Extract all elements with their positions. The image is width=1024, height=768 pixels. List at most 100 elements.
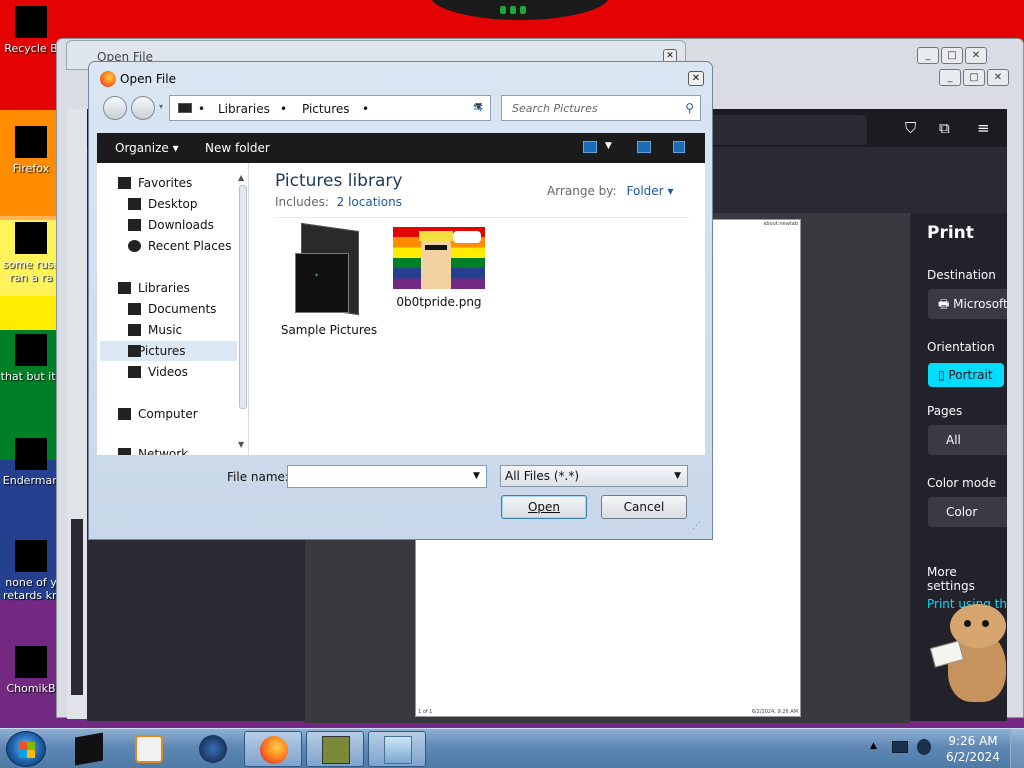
maximize-icon[interactable]: □	[941, 47, 963, 64]
taskbar-media-player[interactable]	[120, 731, 178, 767]
cancel-button[interactable]: Cancel	[601, 495, 687, 519]
pages-label: Pages	[927, 404, 963, 418]
desktop-icon-that-but-its[interactable]: that but its	[0, 334, 62, 383]
desktop-icon-recycle-bin[interactable]: Recycle B	[0, 6, 62, 55]
change-view-icon[interactable]	[583, 141, 597, 153]
music-icon	[128, 324, 141, 336]
desktop-icon-label: ChomikB	[6, 682, 56, 695]
close-icon[interactable]: ✕	[987, 69, 1009, 86]
extensions-icon[interactable]: ⧉	[939, 119, 950, 137]
file-item-sample-pictures[interactable]: ✦ Sample Pictures	[279, 222, 379, 337]
desktop-icon-label: Enderman	[2, 474, 60, 487]
file-icon	[15, 334, 47, 366]
pocket-icon[interactable]: ⛉	[905, 119, 916, 137]
new-folder-button[interactable]: New folder	[205, 141, 270, 155]
documents-icon	[128, 303, 141, 315]
taskbar-globe-app[interactable]	[184, 731, 242, 767]
firefox-caption-buttons: _ □ ✕	[939, 69, 1009, 86]
minimize-icon[interactable]: _	[939, 69, 961, 86]
taskbar-explorer[interactable]	[368, 731, 426, 767]
orientation-label: Orientation	[927, 340, 995, 354]
menu-icon[interactable]: ≡	[977, 119, 990, 137]
breadcrumb-pictures[interactable]: Pictures	[302, 102, 350, 116]
tree-libraries[interactable]: Libraries	[118, 278, 248, 298]
clock[interactable]: 9:26 AM 6/2/2024	[938, 733, 1008, 765]
desktop-icon-chomikb[interactable]: ChomikB	[0, 646, 62, 695]
pages-select[interactable]: All	[928, 425, 1007, 455]
desktop-icon-enderman[interactable]: Enderman	[0, 438, 62, 487]
arrange-by-dropdown[interactable]: Folder ▾	[627, 184, 674, 198]
pictures-icon	[128, 345, 141, 357]
minimize-icon[interactable]: _	[917, 47, 939, 64]
start-button[interactable]	[6, 731, 46, 767]
preview-pane-icon[interactable]	[637, 141, 651, 153]
search-box[interactable]: Search Pictures ⚲	[501, 95, 701, 121]
tree-downloads[interactable]: Downloads	[128, 215, 248, 235]
library-title: Pictures library	[275, 171, 403, 191]
scroll-thumb[interactable]	[239, 185, 247, 409]
breadcrumb-separator: •	[280, 102, 288, 116]
show-desktop-button[interactable]	[1010, 729, 1024, 768]
search-placeholder: Search Pictures	[512, 102, 598, 115]
tree-desktop[interactable]: Desktop	[128, 194, 248, 214]
chevron-down-icon[interactable]: ▼	[473, 471, 480, 481]
help-icon[interactable]	[673, 141, 685, 153]
dialog-title: Open File	[120, 72, 176, 86]
forward-button[interactable]	[131, 96, 155, 120]
organize-button[interactable]: Organize ▾	[115, 141, 179, 155]
chevron-down-icon: ▼	[674, 471, 681, 481]
file-name-input[interactable]	[287, 465, 487, 488]
breadcrumb-separator: •	[362, 102, 370, 116]
clock-time: 9:26 AM	[948, 734, 998, 748]
tree-documents[interactable]: Documents	[128, 299, 248, 319]
tree-favorites[interactable]: Favorites	[118, 173, 248, 193]
refresh-icon[interactable]: ⇆	[473, 100, 483, 114]
resize-grip-icon[interactable]: ⋰	[692, 521, 701, 531]
media-player-icon	[135, 735, 163, 763]
maximize-icon[interactable]: □	[963, 69, 985, 86]
view-options-icon[interactable]: ▼	[605, 141, 612, 151]
recent-places-icon	[128, 240, 141, 252]
tree-recent-places[interactable]: Recent Places	[128, 236, 248, 256]
address-bar[interactable]: • Libraries • Pictures • ▼	[169, 95, 491, 121]
navigation-pane: Favorites Desktop Downloads Recent Place…	[97, 163, 249, 455]
scroll-down-icon[interactable]: ▼	[238, 440, 244, 449]
desktop-icon-firefox[interactable]: Firefox	[0, 126, 62, 175]
show-hidden-icons[interactable]: ▲	[870, 741, 877, 751]
file-type-select[interactable]: All Files (*.*) ▼	[500, 465, 688, 487]
portrait-button[interactable]: ▯ Portrait	[928, 363, 1004, 387]
destination-select[interactable]: 🖶 Microsoft	[928, 289, 1007, 319]
network-icon[interactable]	[892, 741, 908, 753]
nav-scrollbar[interactable]: ▲ ▼	[238, 173, 248, 449]
close-icon[interactable]: ✕	[688, 71, 704, 86]
open-button-label: Open	[527, 500, 561, 514]
includes-locations-link[interactable]: 2 locations	[337, 195, 402, 209]
file-item-0b0tpride[interactable]: 0b0tpride.png	[389, 227, 489, 309]
search-icon[interactable]: ⚲	[685, 101, 694, 115]
more-settings-toggle[interactable]: More settings	[927, 565, 1007, 593]
taskbar-box-app[interactable]	[306, 731, 364, 767]
taskbar-cube-app[interactable]	[60, 731, 118, 767]
recent-pages-icon[interactable]: ▾	[159, 102, 163, 111]
breadcrumb-libraries[interactable]: Libraries	[218, 102, 270, 116]
tree-label: Favorites	[138, 176, 193, 190]
desktop-icon-some-russ[interactable]: some russ ran a ra	[0, 216, 62, 296]
tree-music[interactable]: Music	[128, 320, 248, 340]
tree-pictures[interactable]: Pictures	[100, 341, 237, 361]
open-button[interactable]: Open	[501, 495, 587, 519]
system-tray: ▲ 9:26 AM 6/2/2024	[862, 729, 1024, 768]
tree-network[interactable]: Network	[118, 444, 248, 455]
taskbar-firefox[interactable]	[244, 731, 302, 767]
volume-icon[interactable]	[917, 739, 931, 755]
tree-videos[interactable]: Videos	[128, 362, 248, 382]
tree-computer[interactable]: Computer	[118, 404, 248, 424]
color-mode-select[interactable]: Color	[928, 497, 1007, 527]
tree-label: Computer	[138, 407, 198, 421]
back-button[interactable]	[103, 96, 127, 120]
desktop-icon-none-of-y[interactable]: none of y retards kn	[0, 540, 62, 602]
close-icon[interactable]: ✕	[965, 47, 987, 64]
file-name-label: File name:	[227, 470, 289, 484]
file-type-value: All Files (*.*)	[505, 469, 580, 483]
hamster-gadget[interactable]	[929, 600, 1012, 706]
scroll-up-icon[interactable]: ▲	[238, 173, 244, 182]
